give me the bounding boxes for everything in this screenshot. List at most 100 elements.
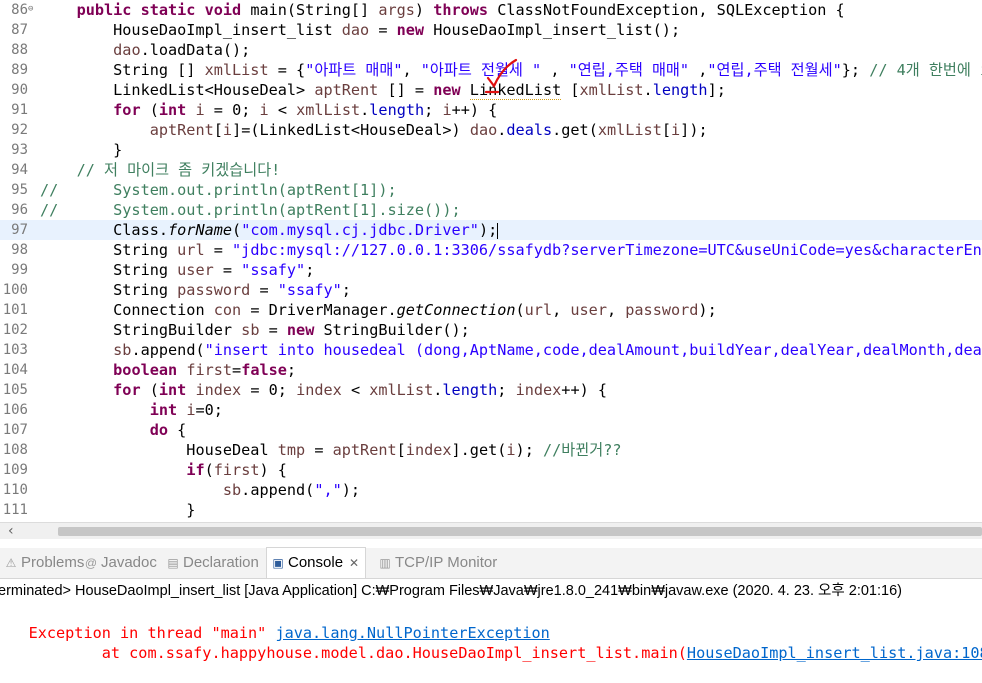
code-token: dao [469,121,498,139]
code-token: "ssafy" [241,261,306,279]
code-token: dao [113,41,141,59]
line-number: 86 [11,2,28,18]
code-text: } [40,500,195,520]
console-status: terminated> HouseDaoImpl_insert_list [Ja… [0,583,902,599]
code-token: [ [561,81,580,99]
console-output[interactable]: terminated> HouseDaoImpl_insert_list [Ja… [0,579,982,662]
code-line[interactable]: 105 for (int index = 0; index < xmlList.… [0,380,982,400]
code-line[interactable]: 97 Class.forName("com.mysql.cj.jdbc.Driv… [0,220,982,240]
code-token: String [40,281,178,299]
tab-tcp-ip-monitor[interactable]: ▥ TCP/IP Monitor [378,548,497,578]
code-token: // System.out.println(aptRent[1]); [40,181,397,199]
code-line[interactable]: 102 StringBuilder sb = new StringBuilder… [0,320,982,340]
code-line[interactable]: 108 HouseDeal tmp = aptRent[index].get(i… [0,440,982,460]
code-token: length [369,101,425,119]
code-token: ; [286,361,297,379]
code-token: new [286,321,315,339]
line-number: 110 [2,482,28,498]
close-icon[interactable]: ✕ [349,556,359,570]
code-text: if(first) { [40,460,287,480]
fold-toggle-icon[interactable]: ⊖ [28,4,33,14]
code-line[interactable]: 110 sb.append(","); [0,480,982,500]
line-number: 105 [2,382,28,398]
code-token: { [168,421,187,439]
horizontal-scrollbar[interactable]: ‹ [0,522,982,539]
code-token: = 0; [204,101,260,119]
code-token: ) [414,1,434,19]
source-location-link[interactable]: HouseDaoImpl_insert_list.java:108 [687,644,982,662]
code-token: .append( [131,341,205,359]
code-token: = [259,321,287,339]
stack-trace-text: at com.ssafy.happyhouse.model.dao.HouseD… [28,644,687,662]
code-line[interactable]: 109 if(first) { [0,460,982,480]
code-editor[interactable]: 86 ⊖ public static void main(String[] arg… [0,0,982,522]
code-token: "," [314,481,342,499]
code-token: } [40,501,196,519]
code-token: boolean [113,361,178,379]
tab-console[interactable]: ▣ Console ✕ [266,547,367,578]
code-token: = 0; [241,381,297,399]
code-text: public static void main(String[] args) t… [40,0,845,20]
stack-trace-line: at com.ssafy.happyhouse.model.dao.HouseD… [0,623,982,683]
code-token: index [195,381,242,399]
code-token: String [40,241,178,259]
code-text: } [40,140,122,160]
code-token: .loadData(); [140,41,251,59]
problems-icon: ⚠ [5,556,17,570]
code-line[interactable]: 103 sb.append("insert into housedeal (do… [0,340,982,360]
line-number: 106 [2,402,28,418]
line-number: 94 [11,162,28,178]
code-line[interactable]: 101 Connection con = DriverManager.getCo… [0,300,982,320]
code-token: aptRent [314,81,379,99]
code-token: con [213,301,242,319]
code-line[interactable]: 94 // 저 마이크 좀 키겠습니다! [0,160,982,180]
tab-declaration[interactable]: ▤ Declaration [166,548,259,578]
code-text: boolean first=false; [40,360,296,380]
code-line[interactable]: 104 boolean first=false; [0,360,982,380]
tab-problems[interactable]: ⚠ Problems [4,548,85,578]
tab-javadoc[interactable]: @ Javadoc [84,548,157,578]
line-number: 107 [2,422,28,438]
code-token: deals [506,121,553,139]
code-line[interactable]: 86 ⊖ public static void main(String[] arg… [0,0,982,20]
code-token: int [149,401,178,419]
code-token: HouseDeal [40,441,278,459]
code-line[interactable]: 95 // System.out.println(aptRent[1]); [0,180,982,200]
code-token: , [552,301,571,319]
scrollbar-thumb[interactable] [58,527,982,536]
code-text: LinkedList<HouseDeal> aptRent [] = new L… [40,80,726,100]
code-token: i [222,121,233,139]
code-line[interactable]: 111 } [0,500,982,520]
code-token: index [405,441,452,459]
scroll-left-icon[interactable]: ‹ [8,523,14,539]
code-token: "jdbc:mysql://127.0.0.1:3306/ssafydb?ser… [232,241,982,259]
code-line[interactable]: 96 // System.out.println(aptRent[1].size(… [0,200,982,220]
code-line[interactable]: 93 } [0,140,982,160]
code-line[interactable]: 98 String url = "jdbc:mysql://127.0.0.1:… [0,240,982,260]
line-number: 99 [11,262,28,278]
code-text: for (int i = 0; i < xmlList.length; i++)… [40,100,497,120]
code-line[interactable]: 100 String password = "ssafy"; [0,280,982,300]
code-token: , [402,61,421,79]
line-number: 98 [11,242,28,258]
code-text: String password = "ssafy"; [40,280,351,300]
code-token: i [671,121,681,139]
code-token: , [606,301,626,319]
code-line[interactable]: 107 do { [0,420,982,440]
code-line[interactable]: 91 for (int i = 0; i < xmlList.length; i… [0,100,982,120]
code-line[interactable]: 92 aptRent[i]=(LinkedList<HouseDeal>) da… [0,120,982,140]
code-line[interactable]: 106 int i=0; [0,400,982,420]
code-line[interactable]: 99 String user = "ssafy"; [0,260,982,280]
code-line[interactable]: 87 HouseDaoImpl_insert_list dao = new Ho… [0,20,982,40]
code-token: "com.mysql.cj.jdbc.Driver" [241,221,479,239]
line-number: 111 [2,502,28,518]
declaration-icon: ▤ [167,556,179,570]
code-token: user [177,261,214,279]
tab-label: Declaration [183,554,259,571]
code-token: ( [140,101,159,119]
code-token: // System.out.println(aptRent[1].size())… [40,201,461,219]
code-token: aptRent [332,441,397,459]
